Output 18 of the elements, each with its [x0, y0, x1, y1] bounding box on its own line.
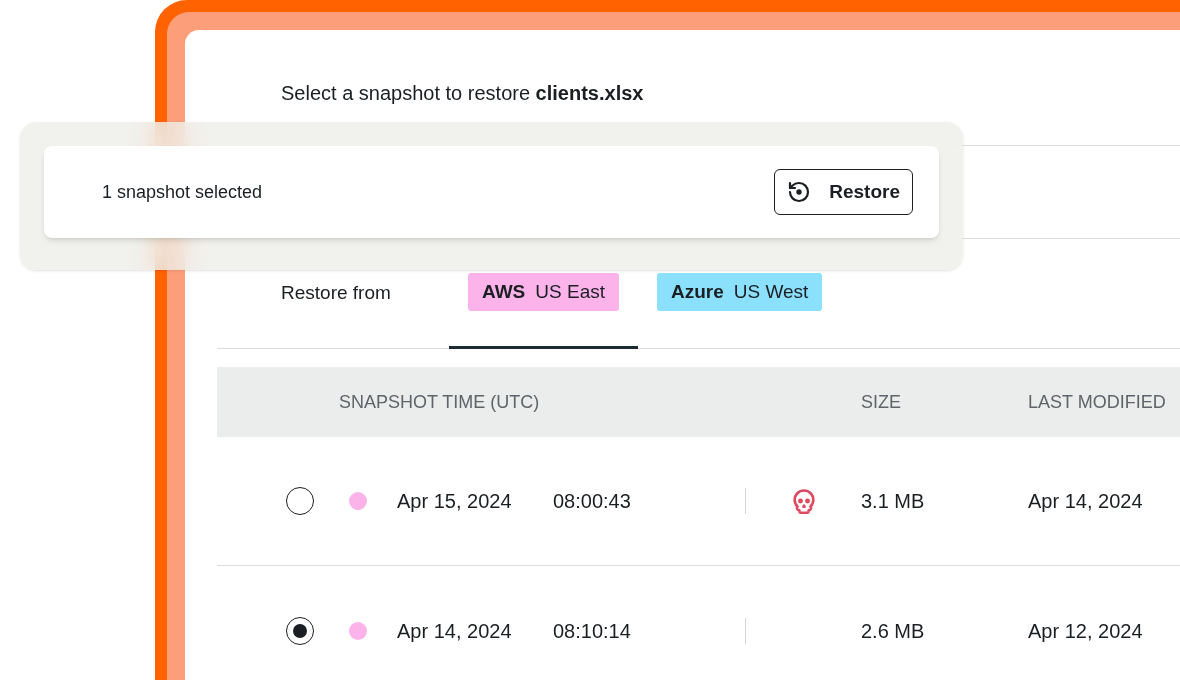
snapshot-size: 3.1 MB — [861, 489, 926, 514]
snapshot-time: 08:10:14 — [553, 618, 632, 644]
last-modified: Apr 14, 2024 — [1028, 489, 1143, 514]
restore-button[interactable]: Restore — [774, 169, 913, 215]
snapshot-time: 08:00:43 — [553, 489, 632, 514]
snapshot-date: Apr 15, 2024 — [397, 489, 513, 514]
column-header: LAST MODIFIED — [1028, 390, 1166, 414]
snapshot-size: 2.6 MB — [861, 618, 926, 644]
dialog-title: Select a snapshot to restore clients.xlsx — [281, 82, 644, 104]
restore-icon — [787, 180, 812, 204]
selection-count: 1 snapshot selected — [102, 180, 263, 204]
column-header: SIZE — [861, 390, 902, 414]
snapshot-date: Apr 14, 2024 — [397, 618, 513, 644]
column-header: SNAPSHOT TIME (UTC) — [339, 390, 541, 414]
source-badge: AWS US East — [468, 273, 619, 311]
restore-from-label: Restore from — [281, 281, 392, 306]
source-badge: Azure US West — [657, 273, 823, 311]
last-modified: Apr 12, 2024 — [1028, 618, 1143, 644]
